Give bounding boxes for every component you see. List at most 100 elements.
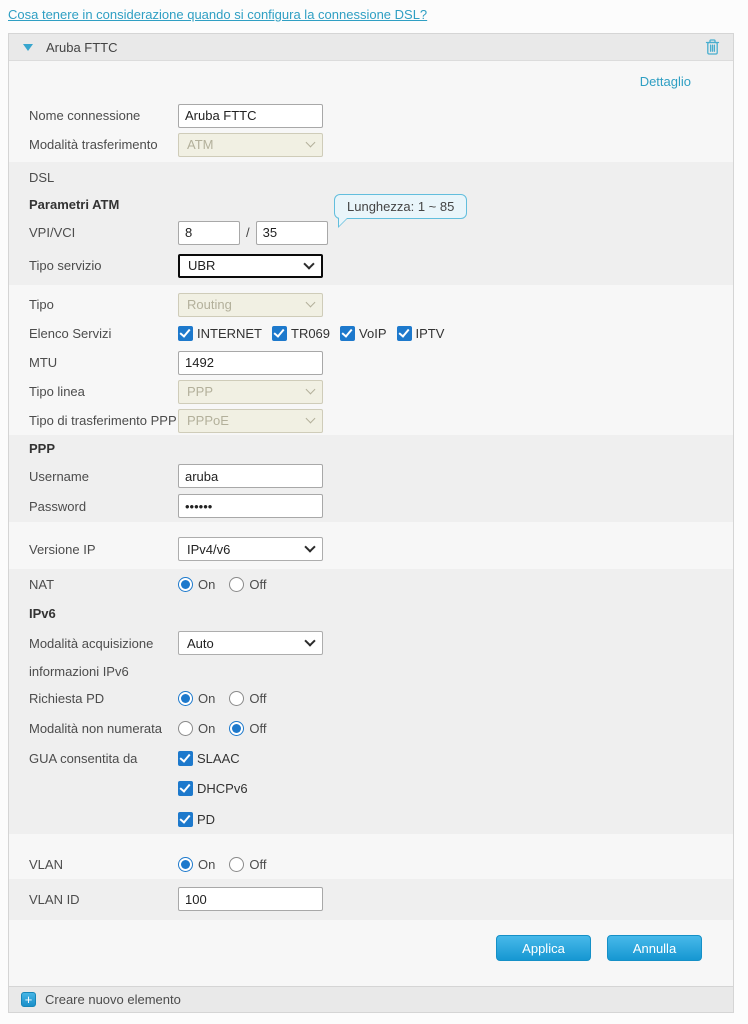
checkbox-label: TR069 [291, 326, 330, 341]
vlan-on-radio[interactable]: On [178, 857, 215, 872]
checkbox-checked-icon[interactable] [178, 751, 193, 766]
section-vlan-id: VLAN ID [9, 879, 733, 920]
password-input[interactable] [178, 494, 323, 518]
type-label: Tipo [29, 297, 178, 312]
radio-unchecked-icon[interactable] [178, 721, 193, 736]
plus-icon: + [21, 992, 36, 1007]
connection-name-input[interactable] [178, 104, 323, 128]
panel-title: Aruba FTTC [46, 40, 118, 55]
checkbox-checked-icon[interactable] [178, 326, 193, 341]
service-internet-checkbox[interactable]: INTERNET [178, 326, 262, 341]
ppp-transfer-type-select: PPPoE [178, 409, 323, 433]
gua-allowed-label: GUA consentita da [29, 751, 178, 766]
cancel-button[interactable]: Annulla [607, 935, 702, 961]
section-dsl: DSL Parametri ATM VPI/VCI / Tipo servizi… [9, 162, 733, 285]
nat-off-radio[interactable]: Off [229, 577, 266, 592]
connection-panel: Aruba FTTC Lunghezza: 1 ~ 85 Dettaglio N… [8, 33, 734, 1013]
transfer-mode-value: ATM [187, 137, 213, 152]
ppp-transfer-type-value: PPPoE [187, 413, 229, 428]
vpi-length-tooltip: Lunghezza: 1 ~ 85 [334, 194, 467, 219]
apply-button[interactable]: Applica [496, 935, 591, 961]
delete-connection-button[interactable] [704, 38, 721, 56]
ppp-title: PPP [29, 441, 178, 456]
username-input[interactable] [178, 464, 323, 488]
service-tr069-checkbox[interactable]: TR069 [272, 326, 330, 341]
type-value: Routing [187, 297, 232, 312]
vci-input[interactable] [256, 221, 328, 245]
checkbox-label: VoIP [359, 326, 386, 341]
radio-label: On [198, 691, 215, 706]
checkbox-label: SLAAC [197, 751, 240, 766]
atm-params-title: Parametri ATM [29, 197, 178, 212]
radio-label: Off [249, 577, 266, 592]
service-iptv-checkbox[interactable]: IPTV [397, 326, 445, 341]
gua-slaac-checkbox[interactable]: SLAAC [178, 751, 240, 766]
acquisition-mode-value: Auto [187, 636, 214, 651]
section-ppp: PPP Username Password [9, 435, 733, 522]
line-type-select: PPP [178, 380, 323, 404]
unnumbered-off-radio[interactable]: Off [229, 721, 266, 736]
panel-header[interactable]: Aruba FTTC [9, 34, 733, 61]
detail-link[interactable]: Dettaglio [640, 74, 691, 89]
checkbox-checked-icon[interactable] [340, 326, 355, 341]
line-type-value: PPP [187, 384, 213, 399]
service-type-label: Tipo servizio [29, 258, 178, 273]
section-routing: Tipo Routing Elenco Servizi INTERNET TR0… [9, 285, 733, 435]
ip-version-value: IPv4/v6 [187, 542, 230, 557]
radio-label: On [198, 577, 215, 592]
radio-checked-icon[interactable] [178, 691, 193, 706]
connection-name-label: Nome connessione [29, 108, 178, 123]
dsl-help-link[interactable]: Cosa tenere in considerazione quando si … [8, 7, 427, 22]
radio-checked-icon[interactable] [178, 577, 193, 592]
radio-checked-icon[interactable] [229, 721, 244, 736]
vpi-vci-label: VPI/VCI [29, 225, 178, 240]
service-voip-checkbox[interactable]: VoIP [340, 326, 386, 341]
pd-request-off-radio[interactable]: Off [229, 691, 266, 706]
radio-unchecked-icon[interactable] [229, 857, 244, 872]
ppp-transfer-type-label: Tipo di trasferimento PPP [29, 413, 178, 428]
checkbox-label: INTERNET [197, 326, 262, 341]
radio-unchecked-icon[interactable] [229, 577, 244, 592]
gua-pd-checkbox[interactable]: PD [178, 812, 215, 827]
chevron-down-icon [306, 414, 316, 424]
radio-label: Off [249, 721, 266, 736]
service-list-label: Elenco Servizi [29, 326, 178, 341]
checkbox-label: DHCPv6 [197, 781, 248, 796]
radio-checked-icon[interactable] [178, 857, 193, 872]
vpi-input[interactable] [178, 221, 240, 245]
checkbox-checked-icon[interactable] [397, 326, 412, 341]
acquisition-mode-label: Modalità acquisizione [29, 636, 178, 651]
acquisition-mode-label-line2: informazioni IPv6 [29, 664, 178, 679]
chevron-down-icon [306, 298, 316, 308]
pd-request-on-radio[interactable]: On [178, 691, 215, 706]
create-new-label: Creare nuovo elemento [45, 992, 181, 1007]
service-type-select[interactable]: UBR [178, 254, 323, 278]
nat-label: NAT [29, 577, 178, 592]
collapse-arrow-icon[interactable] [23, 44, 33, 51]
mtu-input[interactable] [178, 351, 323, 375]
unnumbered-on-radio[interactable]: On [178, 721, 215, 736]
dsl-label: DSL [29, 170, 178, 185]
trash-icon [704, 38, 721, 56]
chevron-down-icon [306, 385, 316, 395]
ip-version-select[interactable]: IPv4/v6 [178, 537, 323, 561]
acquisition-mode-select[interactable]: Auto [178, 631, 323, 655]
gua-dhcpv6-checkbox[interactable]: DHCPv6 [178, 781, 248, 796]
radio-unchecked-icon[interactable] [229, 691, 244, 706]
password-label: Password [29, 499, 178, 514]
section-ip-version: Versione IP IPv4/v6 [9, 522, 733, 569]
checkbox-checked-icon[interactable] [178, 812, 193, 827]
transfer-mode-select: ATM [178, 133, 323, 157]
checkbox-label: IPTV [416, 326, 445, 341]
checkbox-checked-icon[interactable] [272, 326, 287, 341]
checkbox-checked-icon[interactable] [178, 781, 193, 796]
username-label: Username [29, 469, 178, 484]
vlan-id-input[interactable] [178, 887, 323, 911]
chevron-down-icon [304, 541, 315, 552]
ipv6-title: IPv6 [29, 606, 178, 621]
vlan-off-radio[interactable]: Off [229, 857, 266, 872]
service-type-value: UBR [188, 258, 215, 273]
pd-request-label: Richiesta PD [29, 691, 178, 706]
create-new-item[interactable]: + Creare nuovo elemento [9, 986, 733, 1012]
nat-on-radio[interactable]: On [178, 577, 215, 592]
